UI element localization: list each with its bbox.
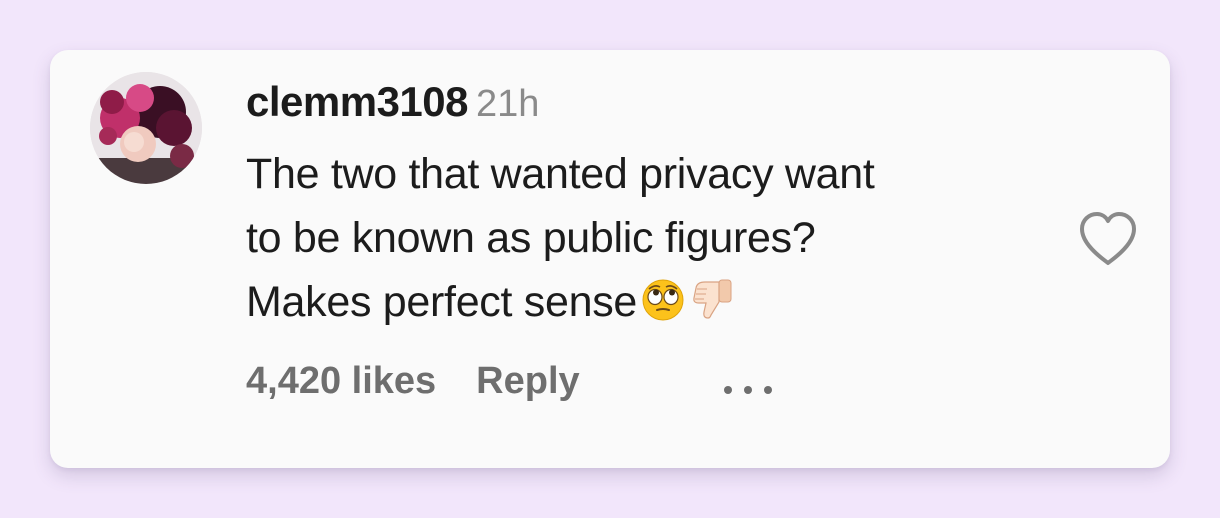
comment-line: The two that wanted privacy want — [246, 150, 875, 198]
username[interactable]: clemm3108 — [246, 78, 469, 125]
heart-outline-icon[interactable] — [1076, 210, 1140, 268]
comment-header: clemm3108 21h — [246, 78, 539, 126]
comment-line-last: Makes perfect sense — [246, 270, 1046, 340]
thumbs-down-icon — [689, 276, 735, 340]
comment-line: to be known as public figures? — [246, 214, 816, 262]
comment-line-text: Makes perfect sense — [246, 278, 638, 326]
comment-footer: 4,420 likes Reply — [246, 360, 580, 403]
avatar-image — [90, 72, 202, 184]
avatar[interactable] — [90, 72, 202, 184]
reply-button[interactable]: Reply — [476, 360, 579, 402]
likes-count[interactable]: 4,420 likes — [246, 360, 436, 402]
face-with-rolling-eyes-icon — [641, 276, 685, 340]
more-dots-icon[interactable] — [718, 380, 778, 400]
comment-card: clemm3108 21h The two that wanted privacy… — [50, 50, 1170, 468]
comment-text: The two that wanted privacy want to be k… — [246, 142, 1046, 340]
timestamp: 21h — [476, 83, 540, 125]
